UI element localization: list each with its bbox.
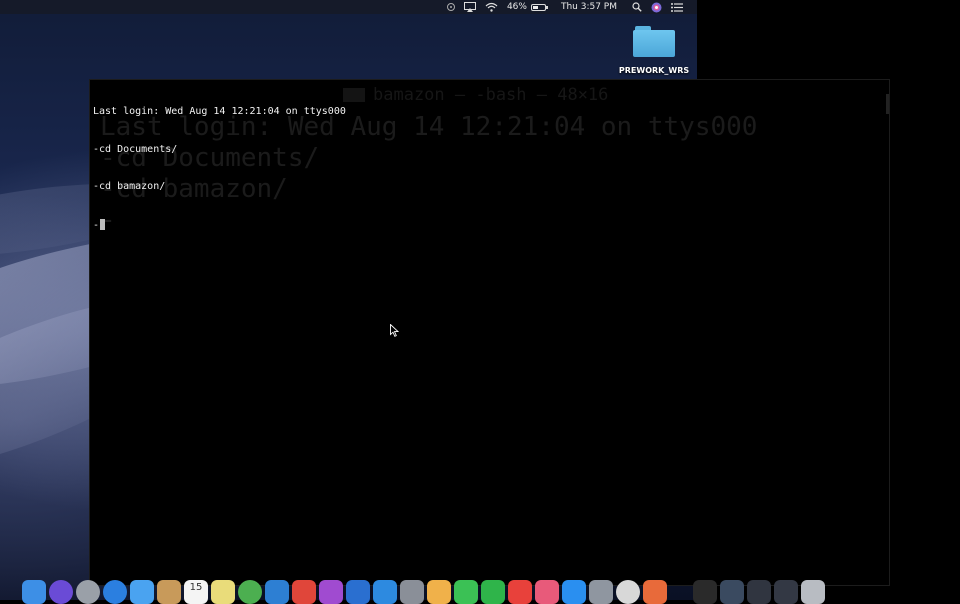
- terminal-line: Last login: Wed Aug 14 12:21:04 on ttys0…: [93, 106, 346, 117]
- siri-menu-icon[interactable]: [651, 0, 662, 14]
- terminal-window[interactable]: bamazon — -bash — 48×16 Last login: Wed …: [90, 80, 889, 585]
- spotlight-search-icon[interactable]: [632, 0, 642, 14]
- battery-icon: [530, 3, 548, 11]
- terminal-output[interactable]: Last login: Wed Aug 14 12:21:04 on ttys0…: [93, 81, 346, 257]
- app-orange-icon[interactable]: [643, 580, 667, 604]
- messages-icon[interactable]: [454, 580, 478, 604]
- terminal-icon[interactable]: [693, 580, 717, 604]
- folder-label: PREWORK_WRS: [618, 66, 690, 75]
- airplay-icon[interactable]: [463, 0, 476, 14]
- dock: 15: [22, 580, 940, 604]
- music-icon[interactable]: [535, 580, 559, 604]
- contacts-icon[interactable]: [157, 580, 181, 604]
- screen-recording-icon: [446, 3, 455, 11]
- window-2-icon[interactable]: [747, 580, 771, 604]
- safari-icon[interactable]: [103, 580, 127, 604]
- menu-clock[interactable]: Thu 3:57 PM: [561, 0, 617, 14]
- ghost-window-title: bamazon — -bash — 48×16: [343, 85, 608, 105]
- terminal-prompt: -: [93, 219, 100, 231]
- terminal-line: -cd bamazon/: [93, 181, 166, 192]
- text-cursor: [100, 218, 106, 230]
- notification-center-icon[interactable]: [671, 0, 683, 14]
- battery-status[interactable]: 46%: [506, 0, 548, 14]
- mouse-pointer-icon: [390, 322, 400, 341]
- screen-recording-item[interactable]: [446, 0, 455, 14]
- chrome-alt-icon[interactable]: [616, 580, 640, 604]
- trash-icon[interactable]: [801, 580, 825, 604]
- calendar-icon[interactable]: 15: [184, 580, 208, 604]
- app-blue-icon[interactable]: [373, 580, 397, 604]
- finder-icon[interactable]: [22, 580, 46, 604]
- desktop-folder[interactable]: PREWORK_WRS: [614, 24, 694, 75]
- photos-icon[interactable]: [427, 580, 451, 604]
- wifi-icon[interactable]: [485, 0, 498, 14]
- xcode-icon[interactable]: [346, 580, 370, 604]
- launchpad-icon[interactable]: [76, 580, 100, 604]
- app-grey-icon[interactable]: [400, 580, 424, 604]
- calendar-day: 15: [189, 582, 203, 593]
- preferences-icon[interactable]: [589, 580, 613, 604]
- terminal-prompt-line[interactable]: -: [93, 218, 346, 233]
- window-1-icon[interactable]: [720, 580, 744, 604]
- facetime-icon[interactable]: [481, 580, 505, 604]
- menu-bar: 46% Thu 3:57 PM: [0, 0, 697, 14]
- notes-icon[interactable]: [211, 580, 235, 604]
- news-icon[interactable]: [508, 580, 532, 604]
- siri-icon[interactable]: [49, 580, 73, 604]
- folder-icon: [633, 24, 675, 58]
- app-red-icon[interactable]: [292, 580, 316, 604]
- terminal-scrollbar[interactable]: [886, 94, 889, 114]
- appstore-icon[interactable]: [562, 580, 586, 604]
- chrome-icon[interactable]: [238, 580, 262, 604]
- terminal-line: -cd Documents/: [93, 143, 178, 155]
- mail-icon[interactable]: [130, 580, 154, 604]
- battery-percent: 46%: [506, 2, 527, 12]
- window-3-icon[interactable]: [774, 580, 798, 604]
- vscode-icon[interactable]: [265, 580, 289, 604]
- app-purple-icon[interactable]: [319, 580, 343, 604]
- battery-level: [532, 5, 539, 9]
